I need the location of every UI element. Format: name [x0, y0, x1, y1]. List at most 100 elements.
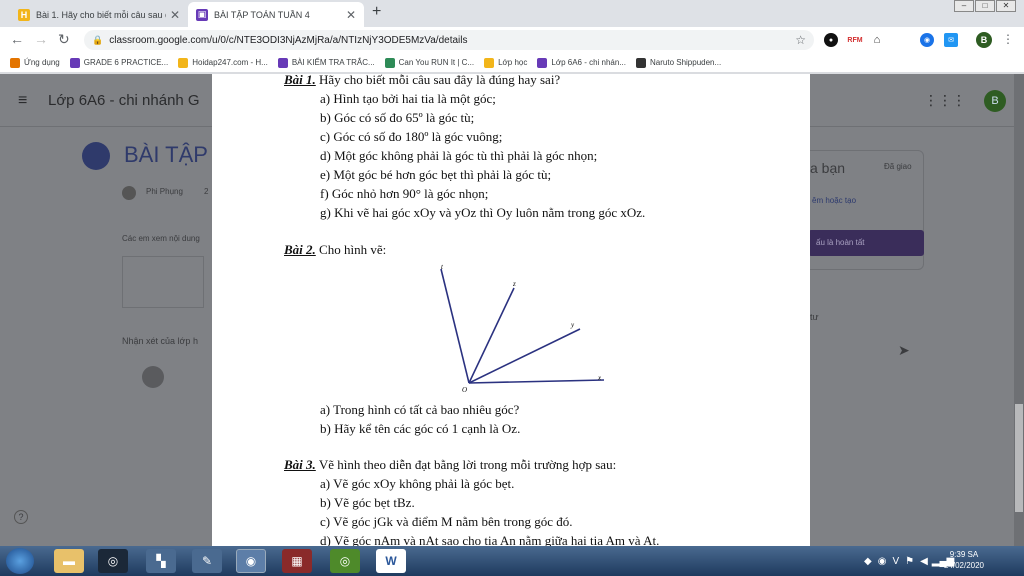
clock-time: 9:39 SA: [949, 550, 979, 559]
mark-as-done-label: ấu là hoàn tất: [816, 238, 865, 247]
gamepad-icon[interactable]: ⌂: [870, 33, 884, 47]
tab-bai-tap-toan[interactable]: ▣ BÀI TẬP TOÁN TUẦN 4 ✕: [188, 2, 364, 27]
winrar-icon[interactable]: ▦: [282, 549, 312, 573]
menu-dots-icon[interactable]: ⋮: [1002, 32, 1014, 46]
paint-icon[interactable]: ✎: [192, 549, 222, 573]
extension-fpm-icon[interactable]: RFM: [846, 33, 864, 47]
bookmark-apps[interactable]: Ứng dụng: [10, 57, 60, 68]
extension-blue-icon[interactable]: ✉: [944, 33, 958, 47]
bookmark-naruto[interactable]: Naruto Shippuden...: [636, 57, 722, 68]
profile-avatar[interactable]: B: [976, 32, 992, 48]
maximize-icon[interactable]: □: [975, 0, 995, 12]
address-bar[interactable]: 🔒 classroom.google.com/u/0/c/NTE3ODI3NjA…: [84, 30, 814, 50]
forms-icon: [537, 57, 548, 68]
classroom-favicon-icon: ▣: [196, 8, 208, 21]
naruto-icon: [636, 57, 646, 68]
ray-oy: [468, 328, 581, 384]
bookmark-kiem-tra[interactable]: BÀI KIỂM TRA TRẮC...: [277, 57, 375, 68]
ray-oz: [468, 287, 515, 384]
teacher-name: Phi Phụng: [146, 187, 183, 196]
bookmark-hoidap[interactable]: Hoidap247.com - H...: [178, 57, 268, 68]
tray-expand-icon[interactable]: ◆: [864, 556, 872, 567]
window-controls: – □ ✕: [953, 0, 1016, 12]
tray-flag-icon[interactable]: ⚑: [905, 556, 914, 567]
bai-2-item: a) Trong hình có tất cả bao nhiêu góc?: [320, 402, 520, 417]
bookmark-label: Hoidap247.com - H...: [192, 58, 268, 67]
apps-grid-icon[interactable]: ⋮⋮⋮: [924, 92, 966, 109]
add-or-create-link[interactable]: êm hoặc tạo: [812, 196, 856, 205]
private-comments-label: tư: [810, 312, 819, 322]
bai-3-label: Bài 3.: [284, 457, 316, 472]
file-explorer-icon[interactable]: ▬: [54, 549, 84, 573]
help-icon[interactable]: ?: [14, 510, 28, 524]
tab-title: Bài 1. Hãy cho biết mỗi câu sau đ: [36, 9, 166, 20]
hamburger-menu-icon[interactable]: ≡: [18, 92, 27, 110]
extension-circle-icon[interactable]: ●: [824, 33, 838, 47]
tab-title: BÀI TẬP TOÁN TUẦN 4: [214, 9, 310, 20]
network-icon[interactable]: ▚: [146, 549, 176, 573]
tab-bai-1[interactable]: H Bài 1. Hãy cho biết mỗi câu sau đ ✕: [10, 2, 188, 27]
assignment-icon: [82, 142, 110, 170]
volume-icon[interactable]: ◀: [920, 556, 928, 567]
bai-3-text: Vẽ hình theo diễn đạt bằng lời trong mỗi…: [318, 457, 617, 472]
bookmark-grade6[interactable]: GRADE 6 PRACTICE...: [69, 57, 169, 68]
minimize-icon[interactable]: –: [954, 0, 974, 12]
start-button[interactable]: [6, 548, 34, 574]
bookmark-label: Can You RUN It | C...: [398, 58, 475, 67]
assignment-title: BÀI TẬP: [124, 142, 208, 167]
post-date: 2: [204, 187, 209, 196]
send-icon[interactable]: ➤: [898, 342, 910, 359]
chrome-icon[interactable]: ◉: [236, 549, 266, 573]
class-comments-label: Nhận xét của lớp h: [122, 336, 198, 346]
bookmark-label: Lớp 6A6 - chi nhán...: [551, 58, 626, 67]
back-arrow-icon[interactable]: ←: [10, 31, 24, 47]
tab-strip: H Bài 1. Hãy cho biết mỗi câu sau đ ✕ ▣ …: [0, 0, 1024, 27]
bookmark-lop-hoc[interactable]: Lớp học: [484, 57, 527, 68]
bookmark-lop-6a6[interactable]: Lớp 6A6 - chi nhán...: [537, 57, 626, 68]
bookmark-star-icon[interactable]: ☆: [795, 33, 806, 47]
bai-3-item: d) Vẽ góc nAm và nAt sao cho tia An nằm …: [320, 533, 660, 546]
windows-taskbar: ▬ ◎ ▚ ✎ ◉ ▦ ◎ W ◆ ◉ V ⚑ ◀ ▂▄▆ 9:39 SA 24…: [0, 546, 1024, 576]
forms-icon: [69, 57, 80, 68]
classroom-icon: [484, 57, 495, 68]
ray-ot: [440, 268, 470, 384]
clock[interactable]: 9:39 SA 24/02/2020: [944, 549, 984, 571]
document-viewer[interactable]: Bài 1. Hãy cho biết mỗi câu sau đây là đ…: [212, 74, 810, 546]
bai-3-heading: Bài 3. Vẽ hình theo diễn đạt bằng lời tr…: [284, 457, 616, 473]
assigned-status: Đã giao: [884, 162, 912, 171]
extension-search-icon[interactable]: ◉: [920, 33, 934, 47]
teacher-avatar: [122, 186, 136, 200]
class-name[interactable]: Lớp 6A6 - chi nhánh G: [48, 92, 200, 109]
close-tab-icon[interactable]: ✕: [170, 8, 180, 22]
hoidap-favicon-icon: H: [18, 8, 30, 21]
clock-date: 24/02/2020: [943, 561, 984, 570]
system-tray: ◆ ◉ V ⚑ ◀ ▂▄▆: [854, 546, 1024, 576]
commenter-avatar: [142, 366, 164, 388]
app-green-icon[interactable]: ◎: [330, 549, 360, 573]
steam-icon[interactable]: ◎: [98, 549, 128, 573]
apps-grid-icon: [10, 57, 20, 68]
mark-as-done-button[interactable]: ấu là hoàn tất: [808, 230, 924, 256]
bookmark-can-you-run[interactable]: Can You RUN It | C...: [384, 57, 475, 68]
classroom-avatar[interactable]: B: [984, 90, 1006, 112]
bookmark-label: Ứng dụng: [24, 58, 60, 67]
forward-arrow-icon[interactable]: →: [34, 31, 48, 47]
tray-v-icon[interactable]: V: [892, 556, 899, 567]
bookmark-label: Naruto Shippuden...: [650, 58, 722, 67]
label-z: z: [512, 280, 516, 288]
assignment-description: Các em xem nội dung: [122, 234, 200, 243]
lock-icon: 🔒: [92, 34, 104, 45]
reload-icon[interactable]: ↻: [58, 31, 70, 48]
word-icon[interactable]: W: [376, 549, 406, 573]
bookmark-label: GRADE 6 PRACTICE...: [83, 58, 169, 67]
label-t: t: [441, 263, 444, 271]
new-tab-button[interactable]: +: [372, 3, 381, 21]
bookmark-label: BÀI KIỂM TRA TRẮC...: [291, 58, 375, 67]
scrollbar-thumb[interactable]: [1015, 404, 1023, 512]
close-tab-icon[interactable]: ✕: [346, 8, 356, 22]
tray-chrome-icon[interactable]: ◉: [878, 556, 887, 567]
close-window-icon[interactable]: ✕: [996, 0, 1016, 12]
ray-ox: [468, 379, 605, 384]
attachment-thumbnail[interactable]: [122, 256, 204, 308]
page-scrollbar[interactable]: [1014, 74, 1024, 546]
